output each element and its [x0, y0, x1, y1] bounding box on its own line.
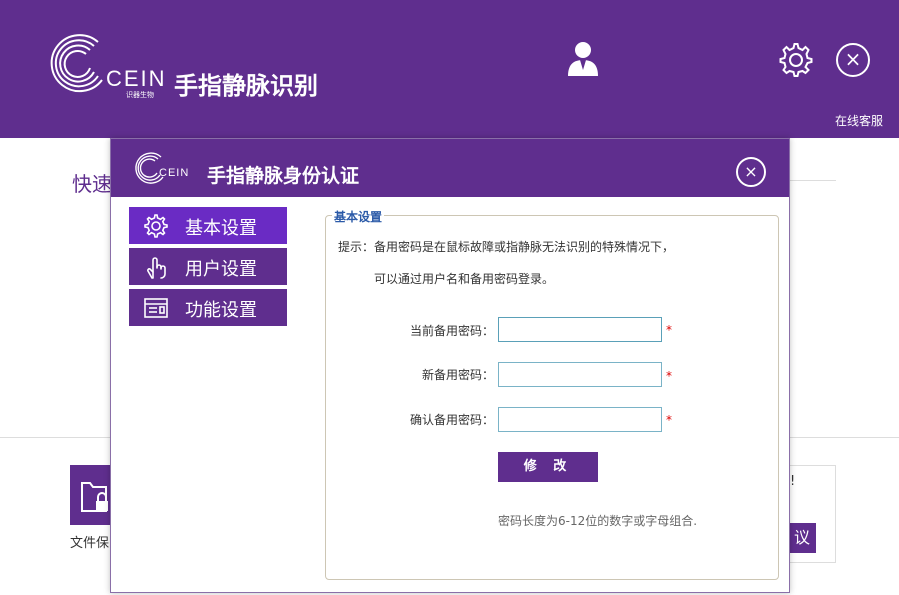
bg-file-label: 文件保: [70, 536, 110, 551]
required-marker: *: [666, 323, 672, 337]
dialog-title: 手指静脉身份认证: [207, 165, 360, 187]
settings-gear-icon[interactable]: [778, 42, 814, 78]
online-service-link[interactable]: 在线客服: [835, 112, 883, 129]
user-icon[interactable]: [566, 40, 600, 76]
menu-item-function-settings[interactable]: 功能设置: [129, 289, 287, 326]
logo-brand: CEIN: [106, 66, 167, 91]
menu-item-user-settings[interactable]: 用户设置: [129, 248, 287, 285]
dialog-close-button[interactable]: ×: [736, 157, 766, 187]
panel-legend: 基本设置: [332, 208, 385, 225]
dialog-header: CEIN 手指静脉身份认证 ×: [111, 139, 789, 197]
close-app-button[interactable]: ×: [836, 43, 870, 77]
logo-swirl-icon: [50, 34, 103, 93]
app-header: CEIN 识器生物 手指静脉识别 × 在线客服: [0, 0, 899, 138]
app-logo: CEIN 识器生物 手指静脉识别: [42, 28, 332, 100]
menu-item-label: 功能设置: [185, 300, 257, 321]
new-backup-password-input[interactable]: [498, 362, 662, 387]
confirm-backup-password-label: 确认备用密码：: [409, 413, 494, 427]
bg-button[interactable]: 议: [788, 523, 816, 553]
new-backup-password-label: 新备用密码：: [421, 368, 494, 382]
bg-divider: [790, 180, 836, 181]
gear-icon: [144, 214, 168, 238]
hint-line-2: 可以通过用户名和备用密码登录。: [374, 272, 555, 286]
menu-item-label: 用户设置: [185, 259, 257, 280]
basic-settings-panel: 基本设置 提示：备用密码是在鼠标故障或指静脉无法识别的特殊情况下， 可以通过用户…: [325, 208, 779, 580]
current-backup-password-input[interactable]: [498, 317, 662, 342]
dialog-logo: CEIN: [131, 149, 191, 187]
required-marker: *: [666, 369, 672, 383]
bg-quick-label: 快速: [72, 172, 112, 196]
window-icon: [144, 298, 168, 318]
hint-line-1: 提示：备用密码是在鼠标故障或指静脉无法识别的特殊情况下，: [338, 240, 675, 254]
current-backup-password-label: 当前备用密码：: [409, 324, 494, 338]
password-length-note: 密码长度为6-12位的数字或字母组合.: [498, 514, 698, 528]
modify-button[interactable]: 修 改: [498, 452, 598, 482]
confirm-backup-password-input[interactable]: [498, 407, 662, 432]
logo-brand-sub: 识器生物: [126, 91, 154, 99]
folder-lock-icon[interactable]: [70, 465, 114, 525]
app-title: 手指静脉识别: [174, 72, 318, 100]
bg-excl-text: !: [790, 474, 796, 489]
dialog-logo-brand: CEIN: [159, 167, 190, 179]
finger-touch-icon: [147, 257, 166, 279]
menu-item-label: 基本设置: [185, 218, 257, 239]
auth-dialog: CEIN 手指静脉身份认证 × 基本设置 用户设置 功能设置 基本设置 提示：备…: [110, 138, 790, 593]
required-marker: *: [666, 413, 672, 427]
menu-item-basic-settings[interactable]: 基本设置: [129, 207, 287, 244]
